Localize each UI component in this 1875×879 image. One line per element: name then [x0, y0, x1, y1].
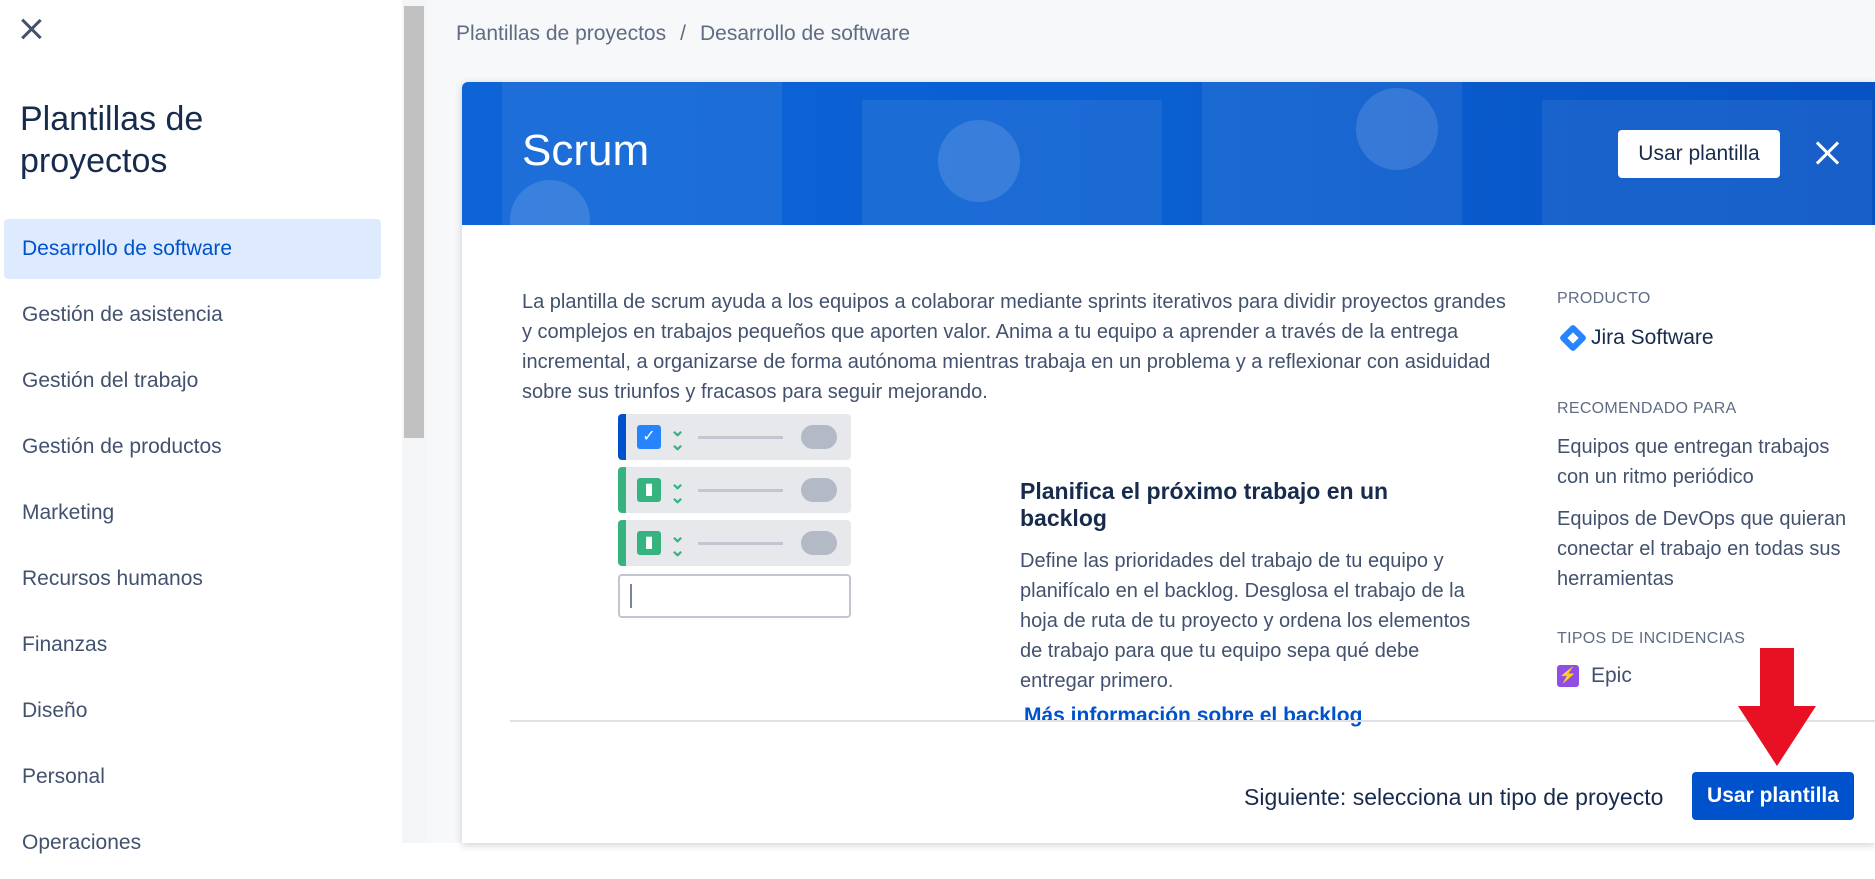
product-name: Jira Software — [1591, 326, 1714, 349]
recommended-heading: RECOMENDADO PARA — [1557, 400, 1737, 417]
feature-backlog: Planifica el próximo trabajo en un backl… — [1020, 478, 1480, 728]
backlog-learn-more-link[interactable]: Más información sobre el backlog — [1020, 704, 1480, 728]
chevron-down-icon: ⌄ ⌄ — [670, 420, 686, 454]
breadcrumb: Plantillas de proyectos / Desarrollo de so… — [456, 22, 910, 46]
breadcrumb-root[interactable]: Plantillas de proyectos — [456, 22, 666, 45]
chevron-down-icon: ⌄ ⌄ — [670, 526, 686, 560]
breadcrumb-current[interactable]: Desarrollo de software — [700, 22, 910, 45]
sidebar-item-software-development[interactable]: Desarrollo de software — [4, 219, 381, 279]
footer-divider — [510, 720, 1875, 722]
backlog-input-illustration — [618, 574, 851, 618]
template-description: La plantilla de scrum ayuda a los equipo… — [522, 291, 1506, 403]
backlog-illustration: ✓ ⌄ ⌄ ▮ ⌄ ⌄ ▮ ⌄ ⌄ — [618, 414, 858, 634]
sidebar-item-personal[interactable]: Personal — [4, 747, 381, 807]
bookmark-icon: ▮ — [637, 531, 661, 555]
product: Jira Software — [1557, 323, 1857, 353]
recommended-item: Equipos que entregan trabajos con un rit… — [1557, 436, 1830, 488]
sidebar-item-service-management[interactable]: Gestión de asistencia — [4, 285, 381, 345]
backlog-row: ▮ ⌄ ⌄ — [618, 520, 851, 566]
sidebar: Plantillas de proyectos Desarrollo de so… — [0, 0, 402, 854]
backlog-row: ▮ ⌄ ⌄ — [618, 467, 851, 513]
footer-next-step-text: Siguiente: selecciona un tipo de proyect… — [1244, 784, 1664, 810]
breadcrumb-separator: / — [680, 22, 686, 45]
template-title: Scrum — [522, 126, 650, 175]
template-details: PRODUCTO Jira Software RECOMENDADO PARA … — [1557, 290, 1857, 688]
use-template-button-header[interactable]: Usar plantilla — [1618, 130, 1780, 178]
feature-title: Planifica el próximo trabajo en un backl… — [1020, 478, 1389, 531]
banner-circle — [938, 120, 1020, 202]
close-icon[interactable] — [1808, 134, 1846, 172]
close-icon[interactable] — [14, 12, 48, 46]
issue-type-label: Epic — [1591, 664, 1632, 687]
recommended-item: Equipos de DevOps que quieran conectar e… — [1557, 508, 1847, 590]
sidebar-title: Plantillas de proyectos — [20, 100, 204, 180]
sidebar-item-operations[interactable]: Operaciones — [4, 813, 381, 873]
chevron-down-icon: ⌄ ⌄ — [670, 473, 686, 507]
sidebar-item-product-management[interactable]: Gestión de productos — [4, 417, 381, 477]
red-arrow-annotation — [1738, 648, 1816, 766]
jira-software-icon — [1558, 323, 1588, 353]
sidebar-nav: Desarrollo de software Gestión de asiste… — [4, 219, 381, 879]
use-template-button[interactable]: Usar plantilla — [1692, 772, 1854, 820]
template-banner: Scrum Usar plantilla — [462, 82, 1875, 225]
sidebar-item-design[interactable]: Diseño — [4, 681, 381, 741]
lightning-icon: ⚡ — [1557, 665, 1579, 687]
sidebar-item-finance[interactable]: Finanzas — [4, 615, 381, 675]
template-modal: Scrum Usar plantilla La plantilla de scr… — [462, 82, 1875, 843]
checkbox-icon: ✓ — [637, 425, 661, 449]
bookmark-icon: ▮ — [637, 478, 661, 502]
feature-text: Define las prioridades del trabajo de tu… — [1020, 550, 1471, 692]
sidebar-item-human-resources[interactable]: Recursos humanos — [4, 549, 381, 609]
banner-circle — [1356, 88, 1438, 170]
sidebar-item-work-management[interactable]: Gestión del trabajo — [4, 351, 381, 411]
issue-types-heading: TIPOS DE INCIDENCIAS — [1557, 630, 1746, 647]
product-heading: PRODUCTO — [1557, 290, 1651, 307]
sidebar-item-marketing[interactable]: Marketing — [4, 483, 381, 543]
backlog-row: ✓ ⌄ ⌄ — [618, 414, 851, 460]
sidebar-scrollbar-thumb[interactable] — [404, 6, 424, 438]
